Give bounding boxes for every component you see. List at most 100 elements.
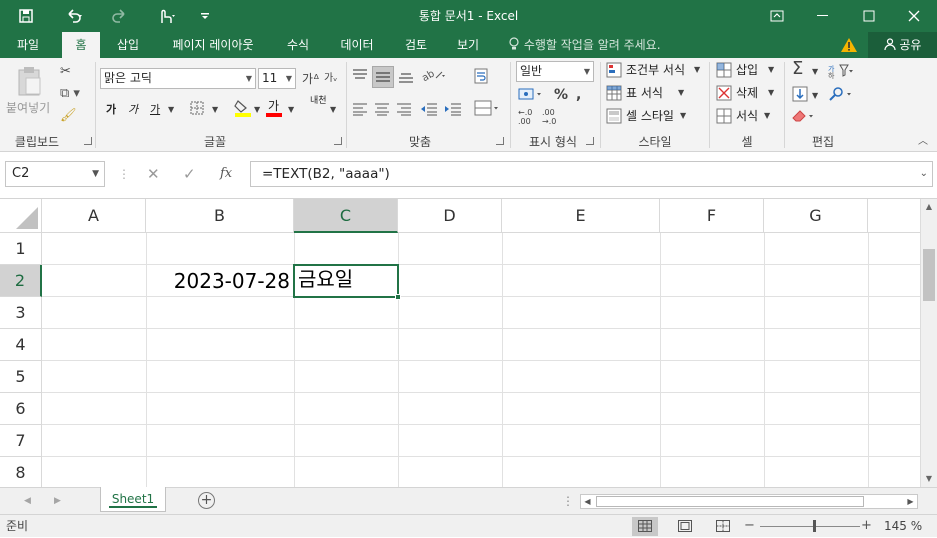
autosum-icon[interactable]: Σ	[792, 60, 803, 78]
font-launcher-icon[interactable]	[334, 137, 342, 145]
number-format-combo[interactable]: 일반 ▼	[516, 61, 594, 82]
align-right-icon[interactable]	[396, 102, 412, 121]
maximize-button[interactable]	[846, 0, 892, 32]
percent-icon[interactable]: %	[554, 87, 568, 103]
zoom-out-button[interactable]: −	[744, 515, 755, 537]
orientation-icon[interactable]: ab	[420, 68, 446, 87]
wrap-text-icon[interactable]	[474, 68, 492, 89]
warning-icon[interactable]	[840, 37, 858, 53]
chevron-down-icon[interactable]: ▼	[812, 64, 818, 80]
row-header-8[interactable]: 8	[0, 457, 42, 487]
row-header-3[interactable]: 3	[0, 297, 42, 329]
tab-home[interactable]: 홈	[62, 32, 100, 58]
zoom-slider-thumb[interactable]	[813, 520, 816, 532]
save-icon[interactable]	[12, 0, 40, 32]
column-header-e[interactable]: E	[502, 199, 660, 233]
horizontal-scrollbar[interactable]: ◀ ▶	[580, 494, 918, 509]
column-header-f[interactable]: F	[660, 199, 764, 233]
format-cells-button[interactable]: 서식 ▼	[716, 108, 778, 126]
insert-cells-button[interactable]: 삽입 ▼	[716, 62, 778, 80]
decrease-decimal-icon[interactable]: .00 →.0	[542, 108, 556, 126]
find-select-icon[interactable]	[828, 86, 854, 107]
alignment-launcher-icon[interactable]	[496, 137, 504, 145]
delete-cells-button[interactable]: 삭제 ▼	[716, 85, 778, 103]
row-header-5[interactable]: 5	[0, 361, 42, 393]
align-bottom-icon[interactable]	[398, 70, 414, 89]
grow-font-icon[interactable]: 가ᐞ	[302, 71, 320, 87]
close-button[interactable]	[891, 0, 937, 32]
name-box[interactable]: C2 ▼	[5, 161, 105, 187]
align-center-icon[interactable]	[374, 102, 390, 121]
split-handle-icon[interactable]: ⋮	[562, 488, 574, 514]
column-header-d[interactable]: D	[398, 199, 502, 233]
phonetic-guide-icon[interactable]: 내천	[310, 96, 327, 106]
align-top-icon[interactable]	[352, 68, 368, 87]
tab-view[interactable]: 보기	[448, 32, 488, 58]
font-size-combo[interactable]: 11 ▼	[258, 68, 296, 89]
scroll-sheets-right-icon[interactable]: ▶	[54, 488, 61, 514]
fill-icon[interactable]	[792, 86, 808, 107]
page-layout-view-button[interactable]	[672, 517, 698, 536]
number-launcher-icon[interactable]	[586, 137, 594, 145]
format-painter-icon[interactable]: 🖌	[60, 108, 77, 124]
undo-icon[interactable]	[56, 0, 92, 32]
cell-styles-button[interactable]: 셀 스타일 ▼	[606, 108, 692, 126]
tab-page-layout[interactable]: 페이지 레이아웃	[160, 32, 266, 58]
row-header-1[interactable]: 1	[0, 233, 42, 265]
tab-review[interactable]: 검토	[396, 32, 436, 58]
increase-decimal-icon[interactable]: ←.0.00	[518, 108, 532, 126]
zoom-in-button[interactable]: +	[861, 515, 872, 537]
column-header-g[interactable]: G	[764, 199, 868, 233]
share-button[interactable]: 공유	[868, 32, 937, 58]
underline-button[interactable]: 가	[150, 102, 160, 118]
formula-input[interactable]: =TEXT(B2, "aaaa") ⌄	[250, 161, 933, 187]
column-header-c[interactable]: C	[294, 199, 398, 233]
row-header-4[interactable]: 4	[0, 329, 42, 361]
tell-me-box[interactable]: 수행할 작업을 알려 주세요.	[508, 32, 661, 58]
fill-handle[interactable]	[395, 294, 401, 300]
customize-qat-icon[interactable]	[196, 0, 214, 32]
column-header-b[interactable]: B	[146, 199, 294, 233]
new-sheet-button[interactable]: +	[198, 492, 215, 509]
cell-b2[interactable]: 2023-07-28	[146, 265, 292, 297]
conditional-formatting-button[interactable]: 조건부 서식 ▼	[606, 62, 702, 80]
sort-filter-icon[interactable]: 가하	[828, 63, 854, 84]
merge-center-icon[interactable]	[474, 100, 500, 121]
tab-insert[interactable]: 삽입	[108, 32, 148, 58]
vertical-scroll-thumb[interactable]	[923, 249, 935, 301]
clear-icon[interactable]	[792, 109, 818, 128]
tab-data[interactable]: 데이터	[330, 32, 384, 58]
increase-indent-icon[interactable]	[444, 102, 462, 121]
row-header-6[interactable]: 6	[0, 393, 42, 425]
normal-view-button[interactable]	[632, 517, 658, 536]
insert-function-icon[interactable]: fx	[220, 161, 232, 187]
clipboard-launcher-icon[interactable]	[84, 137, 92, 145]
worksheet-grid[interactable]: A B C D E F G 1 2 3 4 5 6 7 8 2023-07-28…	[0, 199, 920, 487]
format-as-table-button[interactable]: 표 서식 ▼	[606, 85, 686, 103]
align-middle-button[interactable]	[372, 66, 394, 88]
row-header-7[interactable]: 7	[0, 425, 42, 457]
font-name-combo[interactable]: 맑은 고딕 ▼	[100, 68, 256, 89]
chevron-down-icon[interactable]: ▼	[168, 102, 174, 118]
scroll-up-icon[interactable]: ▲	[921, 199, 937, 215]
horizontal-scroll-thumb[interactable]	[596, 496, 864, 507]
scroll-sheets-left-icon[interactable]: ◀	[24, 488, 31, 514]
shrink-font-icon[interactable]: 가ᵥ	[324, 71, 337, 87]
comma-style-icon[interactable]: ,	[576, 87, 581, 103]
fill-color-icon[interactable]	[234, 98, 252, 123]
zoom-slider[interactable]	[760, 526, 860, 527]
row-header-2[interactable]: 2	[0, 265, 42, 297]
zoom-level[interactable]: 145 %	[884, 515, 922, 537]
column-header-a[interactable]: A	[42, 199, 146, 233]
chevron-down-icon[interactable]: ▼	[330, 102, 336, 118]
scroll-down-icon[interactable]: ▼	[921, 471, 937, 487]
paste-button[interactable]: 붙여넣기	[4, 62, 52, 118]
cut-icon[interactable]: ✂	[60, 64, 71, 80]
chevron-down-icon[interactable]: ▼	[212, 102, 218, 118]
vertical-scrollbar[interactable]: ▲ ▼	[920, 199, 937, 487]
cancel-entry-icon[interactable]: ✕	[147, 161, 160, 187]
italic-button[interactable]: 가	[128, 102, 138, 118]
scroll-left-icon[interactable]: ◀	[581, 495, 594, 508]
align-left-icon[interactable]	[352, 102, 368, 121]
bold-button[interactable]: 가	[106, 102, 116, 118]
